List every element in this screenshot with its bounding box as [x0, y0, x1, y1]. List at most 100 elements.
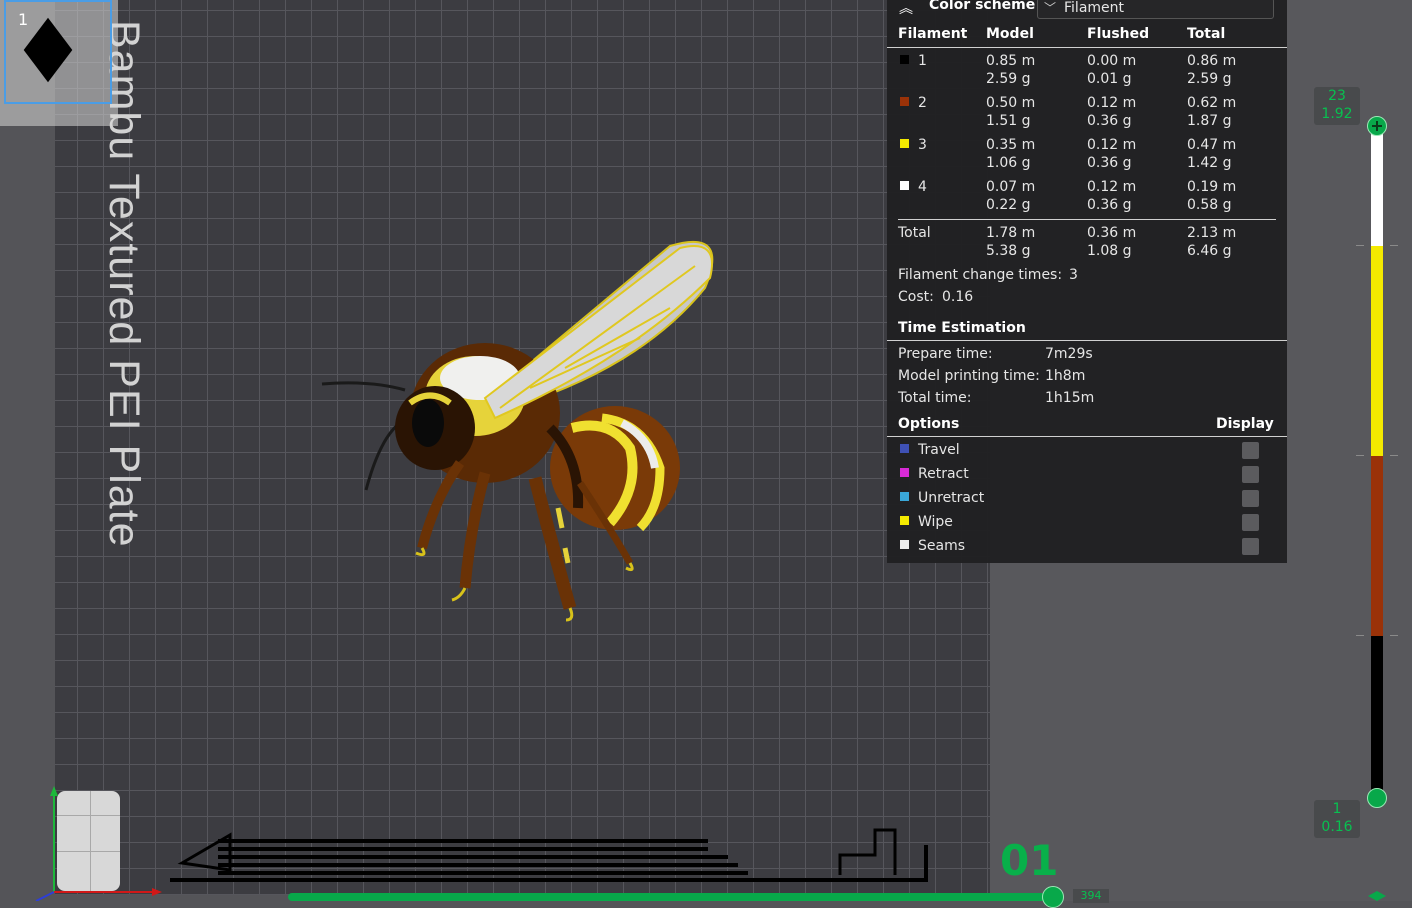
current-move-label: 01 [1000, 836, 1059, 885]
legend-panel: ︽ Color scheme ﹀ Filament Filament Model… [887, 0, 1287, 563]
top-layer-number: 23 [1328, 88, 1346, 104]
filament-model-g: 1.51 g [986, 113, 1031, 129]
option-display-checkbox[interactable] [1242, 466, 1259, 483]
total-divider [898, 219, 1276, 220]
option-display-checkbox[interactable] [1242, 514, 1259, 531]
top-layer-height: 1.92 [1321, 106, 1353, 122]
option-color-swatch [900, 492, 909, 501]
color-scheme-select[interactable]: ﹀ Filament [1037, 0, 1274, 19]
bottom-layer-readout: 1 0.16 [1314, 800, 1360, 838]
display-title: Display [1216, 416, 1274, 432]
layer-segment-black [1371, 636, 1383, 798]
plate-thumbnail[interactable]: 1 [0, 0, 118, 126]
move-slider-handle[interactable] [1042, 886, 1064, 908]
header-divider [887, 47, 1287, 48]
layer-tick [1356, 455, 1364, 456]
filament-flushed-g: 0.01 g [1087, 71, 1132, 87]
option-label: Retract [918, 466, 969, 482]
top-layer-readout: 23 1.92 [1314, 87, 1360, 125]
filament-id: 2 [918, 95, 927, 111]
col-header-model: Model [986, 26, 1034, 42]
filament-id: 4 [918, 179, 927, 195]
option-display-checkbox[interactable] [1242, 490, 1259, 507]
total-model-g: 5.38 g [986, 243, 1031, 259]
filament-change-value: 3 [1069, 267, 1078, 283]
axes-gizmo [35, 786, 162, 901]
filament-total-m: 0.47 m [1187, 137, 1237, 153]
filament-total-g: 1.87 g [1187, 113, 1232, 129]
option-display-checkbox[interactable] [1242, 442, 1259, 459]
filament-color-swatch [900, 181, 909, 190]
option-color-swatch [900, 540, 909, 549]
option-color-swatch [900, 516, 909, 525]
filament-color-swatch [900, 55, 909, 64]
filament-flushed-g: 0.36 g [1087, 113, 1132, 129]
filament-model-g: 1.06 g [986, 155, 1031, 171]
total-flushed-g: 1.08 g [1087, 243, 1132, 259]
option-display-checkbox[interactable] [1242, 538, 1259, 555]
model-time-value: 1h8m [1045, 368, 1086, 384]
model-time-label: Model printing time: [898, 368, 1040, 384]
plus-icon [1372, 121, 1382, 131]
col-header-flushed: Flushed [1087, 26, 1150, 42]
color-scheme-label: Color scheme [929, 0, 1036, 13]
option-label: Seams [918, 538, 966, 554]
filament-flushed-m: 0.00 m [1087, 53, 1137, 69]
option-label: Wipe [918, 514, 953, 530]
filament-flushed-g: 0.36 g [1087, 197, 1132, 213]
cost-value: 0.16 [942, 289, 974, 305]
filament-flushed-g: 0.36 g [1087, 155, 1132, 171]
filament-total-g: 2.59 g [1187, 71, 1232, 87]
option-label: Unretract [918, 490, 985, 506]
option-color-swatch [900, 444, 909, 453]
layer-tick [1356, 635, 1364, 636]
bottom-layer-height: 0.16 [1321, 819, 1353, 835]
chevron-down-icon: ﹀ [1044, 1, 1057, 15]
layer-tick [1390, 635, 1398, 636]
filament-flushed-m: 0.12 m [1087, 95, 1137, 111]
filament-model-m: 0.35 m [986, 137, 1036, 153]
total-flushed-m: 0.36 m [1087, 225, 1137, 241]
filament-flushed-m: 0.12 m [1087, 179, 1137, 195]
total-model-m: 1.78 m [986, 225, 1036, 241]
layer-slider-top-handle[interactable] [1367, 116, 1387, 136]
time-estimation-title: Time Estimation [898, 320, 1026, 336]
filament-model-m: 0.85 m [986, 53, 1036, 69]
plate-number: 1 [18, 10, 29, 29]
col-header-filament: Filament [898, 26, 968, 42]
total-total-m: 2.13 m [1187, 225, 1237, 241]
bottom-layer-number: 1 [1332, 801, 1342, 817]
prepare-time-value: 7m29s [1045, 346, 1093, 362]
option-label: Travel [918, 442, 960, 458]
filament-flushed-m: 0.12 m [1087, 137, 1137, 153]
filament-model-m: 0.07 m [986, 179, 1036, 195]
model-bee[interactable] [310, 228, 730, 628]
total-time-label: Total time: [898, 390, 972, 406]
time-divider [887, 340, 1287, 341]
layer-tick [1356, 245, 1364, 246]
layer-tick [1390, 455, 1398, 456]
color-scheme-value: Filament [1064, 0, 1125, 16]
move-slider-track[interactable] [288, 893, 1048, 901]
cost-label: Cost: [898, 289, 934, 305]
filament-color-swatch [900, 139, 909, 148]
filament-total-g: 0.58 g [1187, 197, 1232, 213]
col-header-total: Total [1187, 26, 1226, 42]
filament-id: 1 [918, 53, 927, 69]
filament-model-g: 0.22 g [986, 197, 1031, 213]
total-label: Total [898, 225, 931, 241]
filament-total-m: 0.19 m [1187, 179, 1237, 195]
layer-tick [1390, 245, 1398, 246]
option-color-swatch [900, 468, 909, 477]
filament-total-g: 1.42 g [1187, 155, 1232, 171]
layer-segment-yellow [1371, 246, 1383, 456]
filament-color-swatch [900, 97, 909, 106]
layer-slider-bottom-handle[interactable] [1367, 788, 1387, 808]
layer-slider-track[interactable] [1371, 134, 1383, 798]
collapse-icon[interactable]: ︽ [899, 0, 913, 18]
layers-icon[interactable] [1367, 890, 1387, 901]
filament-model-m: 0.50 m [986, 95, 1036, 111]
filament-model-g: 2.59 g [986, 71, 1031, 87]
filament-total-m: 0.86 m [1187, 53, 1237, 69]
filament-change-label: Filament change times: [898, 267, 1063, 283]
